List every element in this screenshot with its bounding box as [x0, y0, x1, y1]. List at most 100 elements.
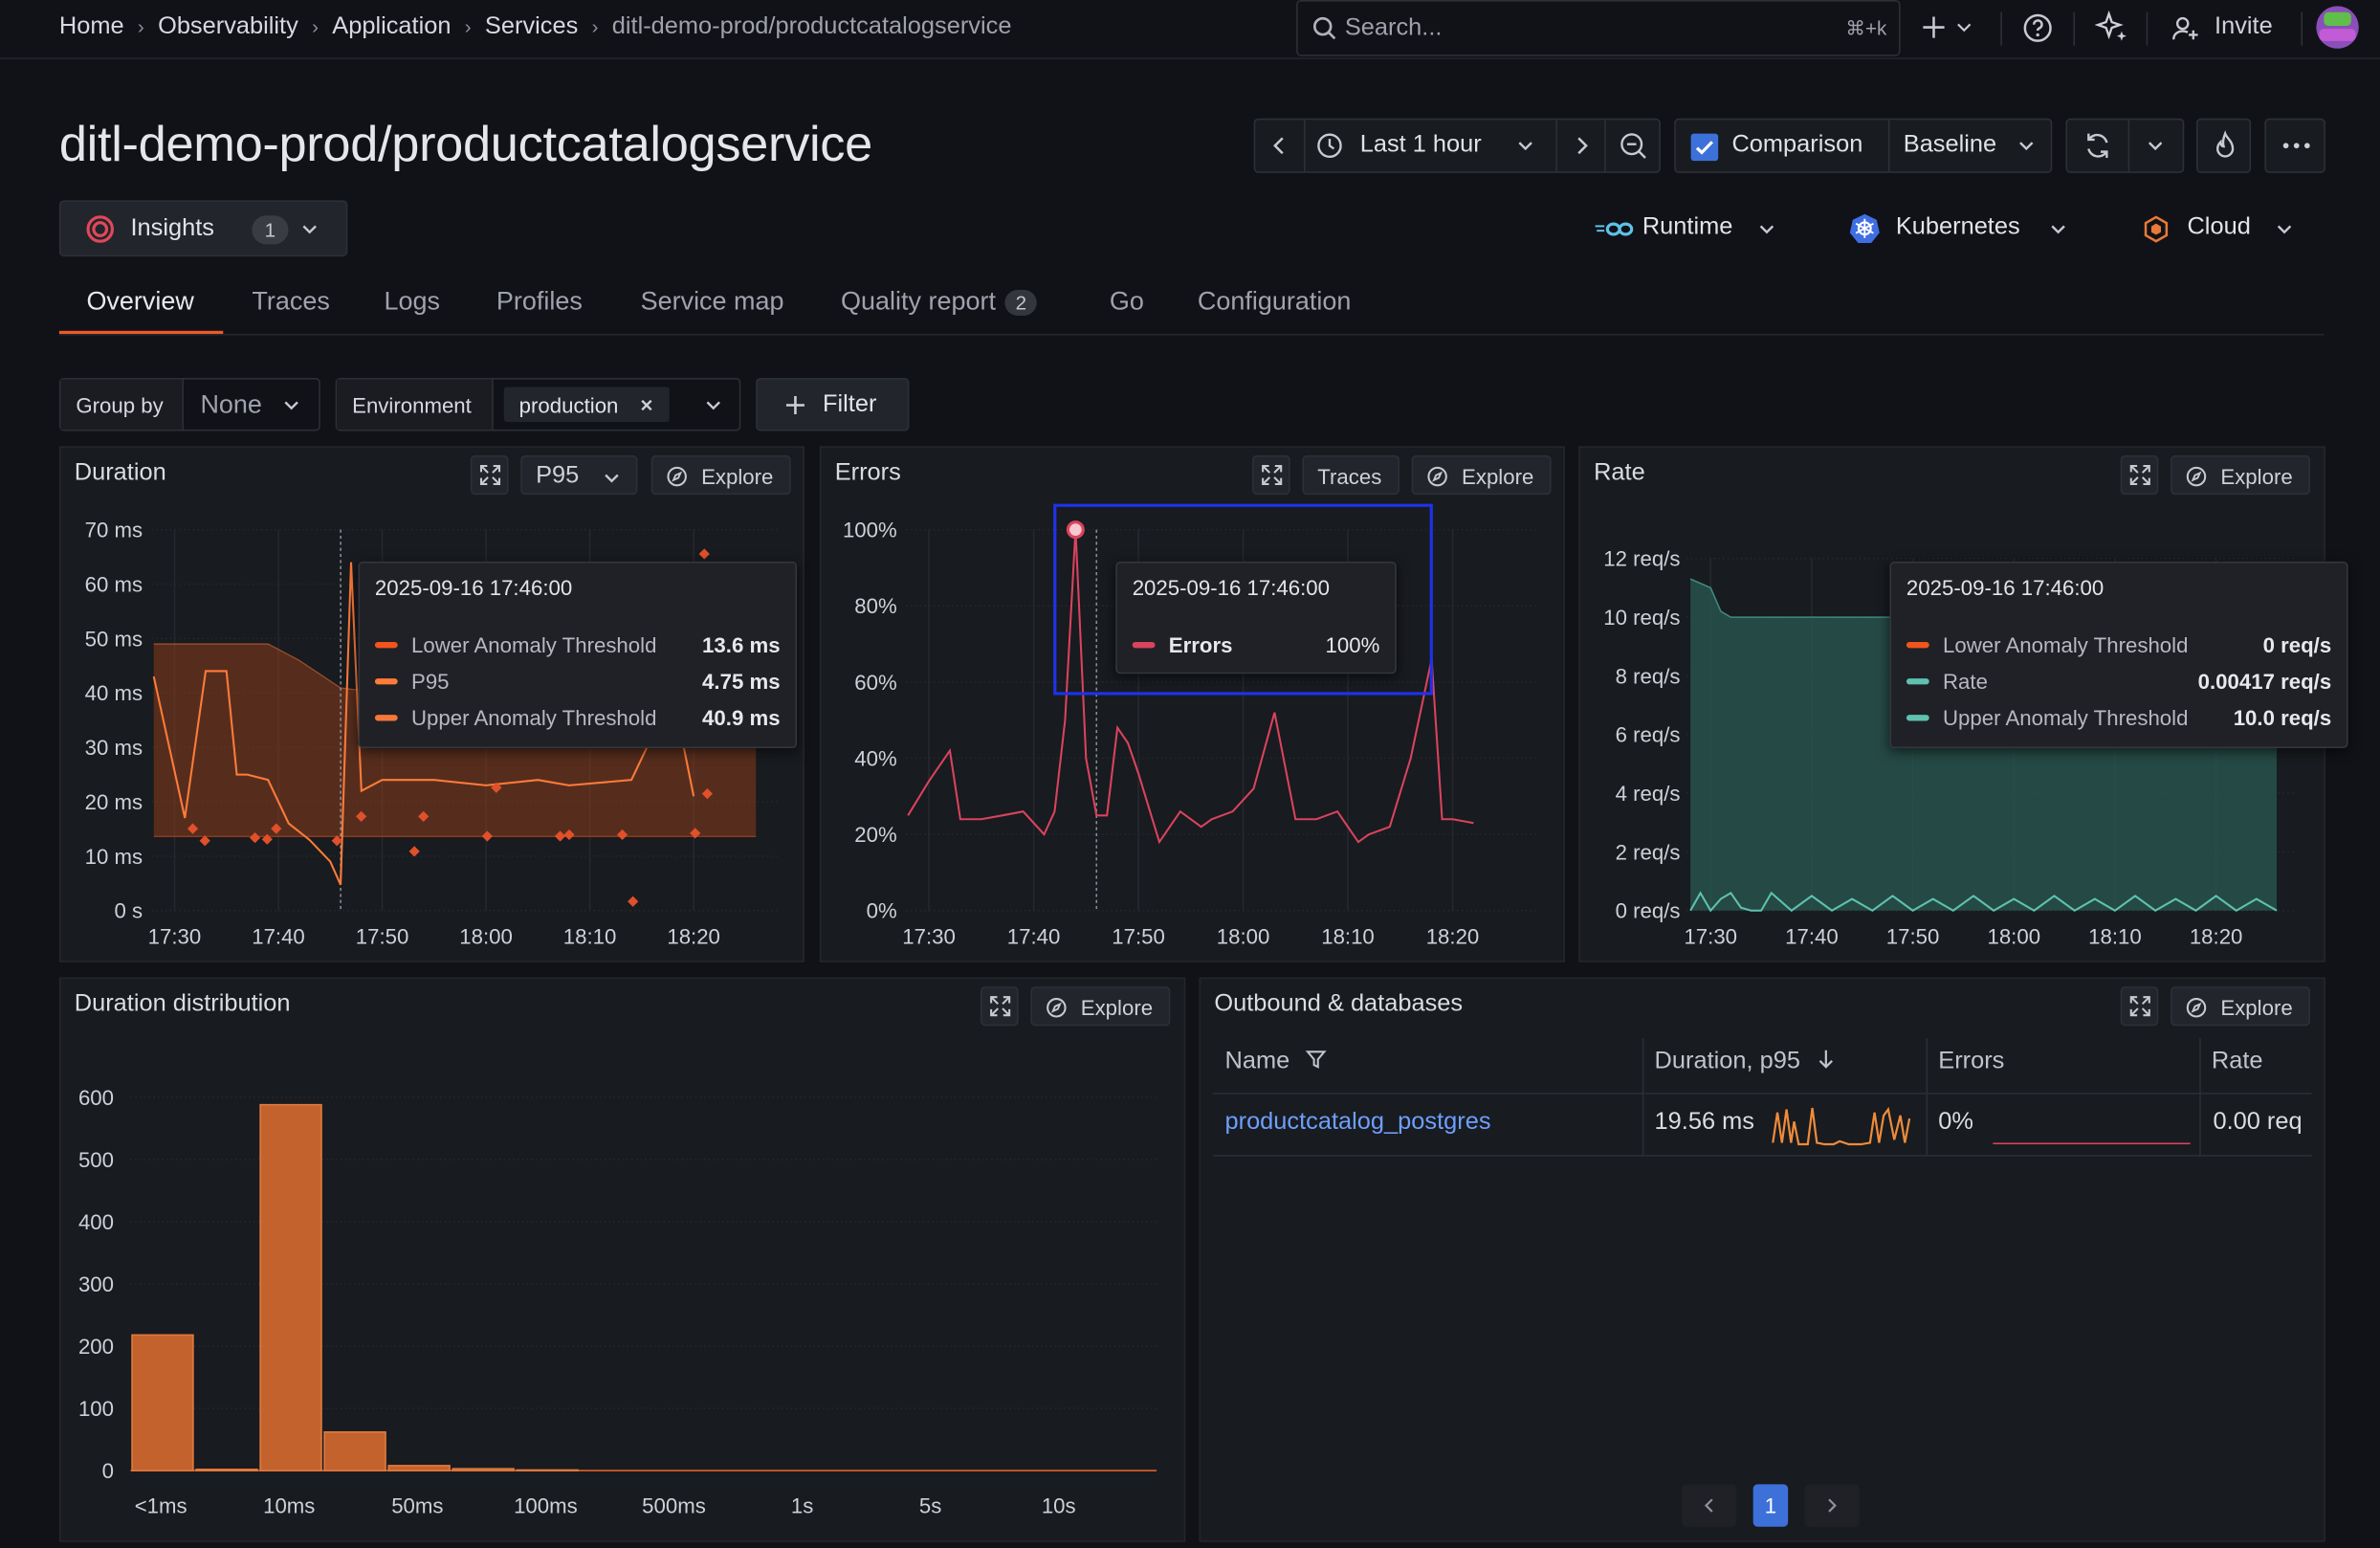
tab-profiles[interactable]: Profiles [496, 287, 583, 318]
kubernetes-icon [1849, 213, 1880, 244]
filter-icon[interactable] [1305, 1049, 1327, 1070]
chevron-right-icon: › [591, 14, 599, 38]
time-range-picker[interactable]: Last 1 hour [1304, 120, 1555, 171]
time-forward-button[interactable] [1555, 120, 1605, 172]
assistant-button[interactable] [2094, 10, 2129, 53]
duration-histogram[interactable]: 0 100 200 300 400 500 600 <1ms 10ms 50ms 100ms 500m… [60, 979, 1186, 1543]
column-header-duration-label: Duration, p95 [1654, 1049, 1800, 1075]
search-input[interactable]: Search... ⌘+k [1296, 0, 1901, 56]
time-back-button[interactable] [1255, 120, 1306, 172]
insights-label: Insights [130, 215, 214, 242]
baseline-select[interactable]: Baseline [1888, 120, 2051, 171]
column-header-duration[interactable]: Duration, p95 [1655, 1049, 1835, 1076]
expand-button[interactable] [2120, 986, 2159, 1027]
chevron-down-icon [2051, 225, 2065, 234]
compass-icon [2186, 998, 2207, 1018]
group-by-select[interactable]: Group by None [58, 377, 320, 431]
tooltip-series-value: 4.75 ms [702, 669, 781, 694]
page-1-button[interactable]: 1 [1752, 1484, 1789, 1527]
y-tick-label: 100% [843, 519, 897, 542]
tab-go[interactable]: Go [1110, 287, 1144, 318]
tab-logs[interactable]: Logs [384, 287, 440, 318]
dependency-link[interactable]: productcatalog_postgres [1224, 1110, 1490, 1138]
environment-label: Environment [352, 392, 472, 418]
x-tick-label: 500ms [642, 1494, 706, 1518]
remove-chip-icon[interactable] [639, 398, 654, 413]
runtime-label: Runtime [1642, 213, 1733, 240]
invite-button[interactable]: Invite [2171, 12, 2292, 46]
x-tick-label: 17:50 [356, 925, 409, 949]
tab-configuration[interactable]: Configuration [1198, 287, 1351, 318]
column-header-rate[interactable]: Rate [2212, 1049, 2263, 1076]
runtime-dropdown[interactable]: Runtime [1594, 212, 1779, 246]
column-header-name[interactable]: Name [1224, 1049, 1327, 1076]
refresh-interval-dropdown[interactable] [2128, 120, 2183, 171]
chevron-down-icon [2277, 225, 2292, 234]
active-tab-indicator [58, 330, 224, 334]
explore-label: Explore [2220, 995, 2293, 1020]
add-user-icon [2172, 16, 2198, 40]
tab-overview[interactable]: Overview [86, 287, 193, 318]
tooltip-series-value: 0 req/s [2262, 632, 2332, 657]
prev-page-button[interactable] [1682, 1484, 1737, 1527]
page-title: ditl-demo-prod/productcatalogservice [58, 115, 872, 172]
tooltip-series-value: 0.00417 req/s [2197, 669, 2332, 694]
histogram-bar [131, 1334, 194, 1471]
tooltip-series-value: 10.0 req/s [2233, 705, 2332, 730]
sort-descending-icon [1818, 1050, 1833, 1069]
insights-button[interactable]: Insights 1 [58, 200, 348, 257]
legend-swatch [374, 678, 398, 685]
plus-icon [1923, 16, 1972, 38]
y-tick-label: 600 [78, 1086, 114, 1110]
time-picker-group: Last 1 hour [1253, 118, 1661, 173]
tab-service-map[interactable]: Service map [641, 287, 784, 318]
chevron-right-icon [1828, 1498, 1837, 1513]
comparison-toggle[interactable]: Comparison [1676, 120, 1890, 172]
tooltip-series-label: Lower Anomaly Threshold [1943, 632, 2189, 657]
kubernetes-label: Kubernetes [1895, 213, 2020, 240]
histogram-bar [452, 1468, 515, 1471]
zoom-out-button[interactable] [1604, 120, 1661, 172]
tab-traces[interactable]: Traces [252, 287, 329, 318]
avatar[interactable] [2316, 6, 2359, 49]
breadcrumb-application[interactable]: Application [332, 13, 451, 41]
y-tick-label: 60 ms [85, 572, 143, 596]
breadcrumb-home[interactable]: Home [59, 13, 124, 41]
breadcrumb-observability[interactable]: Observability [158, 13, 298, 41]
y-tick-label: 12 req/s [1603, 547, 1680, 571]
y-tick-label: 500 [78, 1148, 114, 1172]
tooltip-series-label: Upper Anomaly Threshold [1943, 705, 2189, 730]
kubernetes-dropdown[interactable]: Kubernetes [1849, 212, 2069, 246]
tooltip-row: P95 4.75 ms [374, 669, 781, 697]
go-icon [1595, 222, 1634, 236]
flame-button[interactable] [2195, 118, 2252, 173]
add-menu-button[interactable] [1920, 12, 1980, 51]
x-tick-label: <1ms [135, 1494, 187, 1518]
breadcrumb-current: ditl-demo-prod/productcatalogservice [611, 13, 1012, 40]
more-button[interactable] [2264, 118, 2325, 173]
cloud-dropdown[interactable]: Cloud [2143, 212, 2295, 246]
y-tick-label: 10 ms [85, 845, 143, 869]
breadcrumb-services[interactable]: Services [485, 13, 578, 41]
search-icon [1312, 16, 1336, 40]
duration-panel: Duration P95 Explore 0 s 10 ms 20 ms 30 ms 4… [58, 446, 804, 962]
next-page-button[interactable] [1804, 1484, 1860, 1527]
search-placeholder: Search... [1344, 14, 1443, 41]
chevron-left-icon [1704, 1498, 1713, 1513]
outbound-explore-button[interactable]: Explore [2171, 986, 2311, 1027]
x-tick-label: 18:00 [459, 925, 513, 949]
environment-select[interactable]: Environment production [335, 377, 741, 431]
divider [2146, 11, 2149, 46]
tab-quality-report[interactable]: Quality report 2 [841, 287, 1038, 318]
add-filter-button[interactable]: Filter [756, 377, 910, 431]
chevron-down-icon [2148, 142, 2163, 151]
duration-sparkline [1772, 1106, 1911, 1146]
help-button[interactable] [2022, 12, 2054, 52]
x-tick-label: 17:50 [1886, 925, 1940, 949]
y-tick-label: 70 ms [85, 519, 143, 542]
y-tick-label: 30 ms [85, 736, 143, 760]
tooltip-series-value: 40.9 ms [702, 705, 781, 730]
column-header-errors[interactable]: Errors [1938, 1049, 2004, 1076]
refresh-button[interactable] [2067, 120, 2130, 172]
chevron-down-icon [302, 225, 317, 234]
